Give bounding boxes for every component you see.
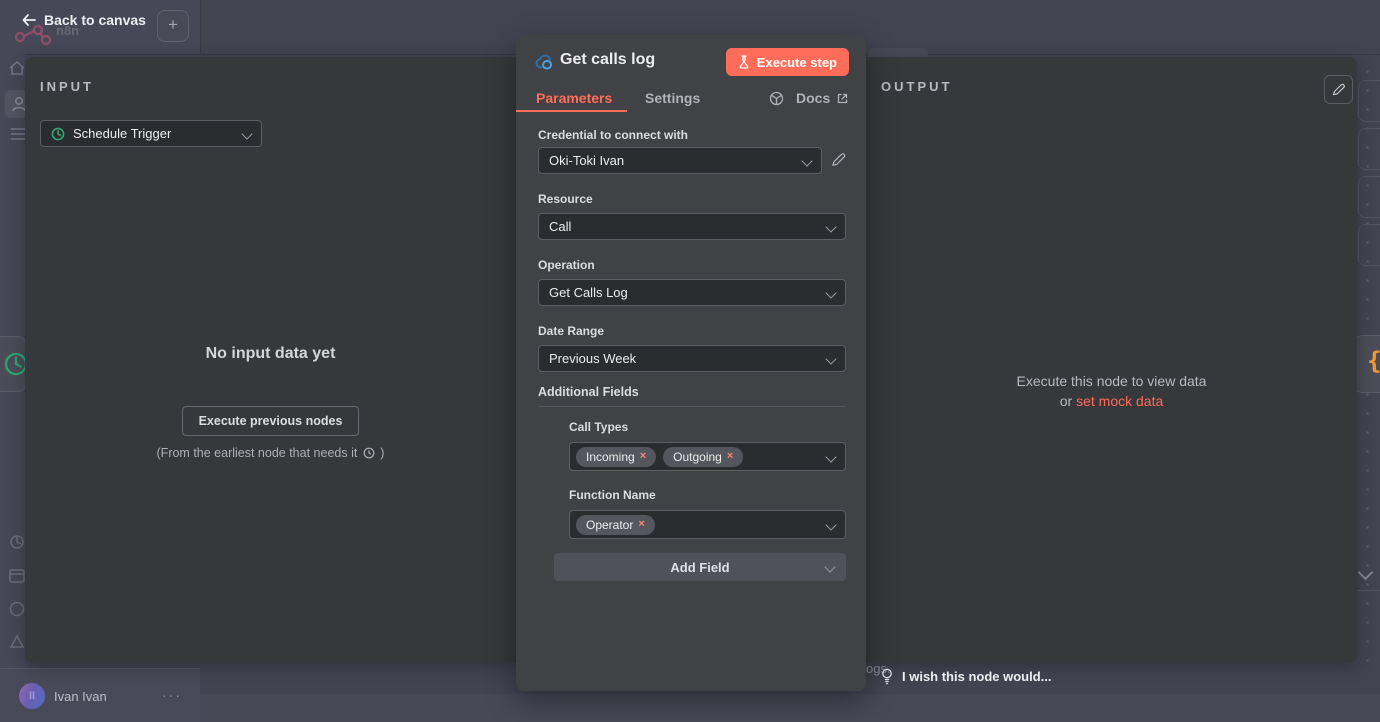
output-empty-state: Execute this node to view data or set mo… <box>866 371 1357 411</box>
tab-settings[interactable]: Settings <box>645 90 700 106</box>
add-field-button[interactable]: Add Field <box>554 553 846 581</box>
wish-label: I wish this node would... <box>902 669 1052 684</box>
additional-fields-label: Additional Fields <box>538 385 639 399</box>
input-source-select[interactable]: Schedule Trigger <box>40 120 262 147</box>
credential-label: Credential to connect with <box>538 128 688 142</box>
tag-label: Incoming <box>586 450 635 464</box>
network-icon[interactable] <box>769 91 784 106</box>
output-panel-title: OUTPUT <box>881 79 952 94</box>
additional-fields-divider <box>538 406 846 407</box>
chevron-down-icon <box>824 561 835 572</box>
function-name-multiselect[interactable]: Operator × <box>569 510 846 539</box>
templates-icon[interactable] <box>8 568 26 584</box>
input-panel-title: INPUT <box>40 79 94 94</box>
input-panel: INPUT Schedule Trigger No input data yet… <box>25 57 516 663</box>
user-name: Ivan Ivan <box>54 689 107 704</box>
app-screen: n8n Back to canvas + { ogs. II Ivan Ivan… <box>0 0 1380 722</box>
clock-icon <box>51 127 65 141</box>
operation-value: Get Calls Log <box>549 285 628 300</box>
canvas-node-ghost <box>1358 128 1380 170</box>
resource-select[interactable]: Call <box>538 213 846 240</box>
remove-tag-icon[interactable]: × <box>638 519 644 530</box>
tag-label: Outgoing <box>673 450 722 464</box>
list-icon[interactable] <box>9 126 25 142</box>
cloud-node-icon <box>535 54 557 70</box>
output-empty-line2: or set mock data <box>866 391 1357 411</box>
docs-link[interactable]: Docs <box>796 90 848 106</box>
resource-label: Resource <box>538 192 593 206</box>
user-icon <box>10 95 25 113</box>
output-empty-line1: Execute this node to view data <box>866 371 1357 391</box>
call-types-multiselect[interactable]: Incoming × Outgoing × <box>569 442 846 471</box>
node-title: Get calls log <box>560 51 655 69</box>
chevron-down-icon <box>825 519 836 530</box>
chevron-down-icon <box>825 451 836 462</box>
execute-step-label: Execute step <box>757 55 837 70</box>
canvas-divider <box>1356 590 1380 591</box>
arrow-left-icon <box>22 14 36 26</box>
canvas-node-ghost <box>1358 224 1380 266</box>
docs-label: Docs <box>796 90 830 106</box>
function-name-label: Function Name <box>569 488 656 502</box>
tag-label: Operator <box>586 518 633 532</box>
chevron-down-icon <box>801 155 812 166</box>
add-field-label: Add Field <box>670 560 729 575</box>
resource-value: Call <box>549 219 571 234</box>
date-range-select[interactable]: Previous Week <box>538 345 846 372</box>
remove-tag-icon[interactable]: × <box>640 451 646 462</box>
node-feedback-prompt[interactable]: I wish this node would... <box>881 668 1052 685</box>
input-hint-close: ) <box>380 446 384 460</box>
back-to-canvas-label: Back to canvas <box>44 12 146 28</box>
add-node-button[interactable]: + <box>157 10 189 42</box>
canvas-node-ghost <box>1358 80 1380 122</box>
lightbulb-icon <box>881 668 893 685</box>
active-tab-underline <box>516 110 627 112</box>
avatar[interactable]: II <box>19 683 45 709</box>
pencil-icon <box>1332 83 1345 96</box>
insights-icon[interactable] <box>8 534 26 550</box>
code-node-symbol: { <box>1367 347 1380 375</box>
chevron-down-icon <box>825 353 836 364</box>
back-to-canvas-link[interactable]: Back to canvas <box>22 12 146 28</box>
chevron-down-icon <box>241 128 252 139</box>
execute-previous-nodes-button[interactable]: Execute previous nodes <box>182 406 360 436</box>
node-detail-dialog: Get calls log Execute step Parameters Se… <box>516 35 866 691</box>
tag-outgoing[interactable]: Outgoing × <box>663 447 743 467</box>
external-link-icon <box>837 93 848 104</box>
input-empty-title: No input data yet <box>25 345 516 363</box>
help-icon[interactable] <box>8 600 26 618</box>
user-menu-ellipsis[interactable]: ··· <box>162 687 182 703</box>
history-clock-icon <box>363 447 375 459</box>
credential-select[interactable]: Oki-Toki Ivan <box>538 147 822 174</box>
canvas-node-ghost <box>1358 176 1380 218</box>
tag-operator[interactable]: Operator × <box>576 515 655 535</box>
tab-parameters[interactable]: Parameters <box>536 90 612 106</box>
output-empty-prefix: or <box>1060 393 1076 409</box>
tag-incoming[interactable]: Incoming × <box>576 447 656 467</box>
date-range-value: Previous Week <box>549 351 636 366</box>
flask-icon <box>738 55 750 69</box>
date-range-label: Date Range <box>538 324 604 338</box>
home-icon[interactable] <box>8 60 25 76</box>
remove-tag-icon[interactable]: × <box>727 451 733 462</box>
edit-output-button[interactable] <box>1324 75 1353 104</box>
operation-label: Operation <box>538 258 595 272</box>
call-types-label: Call Types <box>569 420 628 434</box>
edit-credential-pencil-icon[interactable] <box>831 152 846 167</box>
input-hint: (From the earliest node that needs it ) <box>25 446 516 460</box>
schedule-trigger-node[interactable] <box>0 336 27 392</box>
input-source-value: Schedule Trigger <box>73 126 171 141</box>
chevron-down-icon <box>825 287 836 298</box>
input-hint-text: (From the earliest node that needs it <box>157 446 358 460</box>
chevron-down-icon <box>825 221 836 232</box>
updates-icon[interactable] <box>8 634 26 650</box>
code-node[interactable]: { <box>1353 335 1380 393</box>
set-mock-data-link[interactable]: set mock data <box>1076 393 1163 409</box>
output-panel: OUTPUT Execute this node to view data or… <box>866 57 1357 663</box>
execute-step-button[interactable]: Execute step <box>726 48 849 76</box>
operation-select[interactable]: Get Calls Log <box>538 279 846 306</box>
canvas-bottom-band <box>200 694 1380 722</box>
credential-value: Oki-Toki Ivan <box>549 153 624 168</box>
